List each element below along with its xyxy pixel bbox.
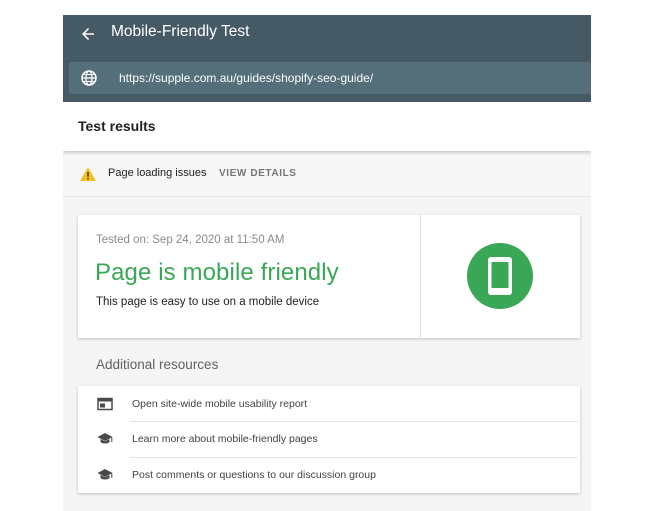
resource-item-label: Learn more about mobile-friendly pages (132, 433, 318, 445)
page-loading-issues-bar: Page loading issues VIEW DETAILS (63, 151, 591, 197)
card-divider (420, 215, 421, 338)
back-button[interactable] (75, 21, 101, 47)
resource-item-usability-report[interactable]: Open site-wide mobile usability report (78, 386, 580, 421)
verdict-heading: Page is mobile friendly (95, 259, 339, 286)
app-title: Mobile-Friendly Test (111, 23, 250, 40)
smartphone-icon (488, 257, 512, 295)
additional-resources-list: Open site-wide mobile usability report L… (78, 386, 580, 493)
resource-item-discussion-group[interactable]: Post comments or questions to our discus… (78, 457, 580, 492)
arrow-back-icon (82, 28, 94, 40)
verdict-description: This page is easy to use on a mobile dev… (96, 296, 320, 308)
mobile-friendly-badge (467, 243, 533, 309)
globe-icon (81, 70, 97, 86)
tested-on-timestamp: Tested on: Sep 24, 2020 at 11:50 AM (96, 234, 285, 246)
results-title: Test results (78, 118, 156, 134)
resource-item-learn-more[interactable]: Learn more about mobile-friendly pages (78, 421, 580, 456)
tested-url: https://supple.com.au/guides/shopify-seo… (119, 71, 374, 85)
resource-item-label: Open site-wide mobile usability report (132, 398, 308, 410)
school-icon (97, 433, 113, 444)
mobile-friendly-test-app: Mobile-Friendly Test https://supple.com.… (63, 15, 591, 511)
result-card: Tested on: Sep 24, 2020 at 11:50 AM Page… (78, 215, 580, 338)
view-details-link[interactable]: VIEW DETAILS (219, 168, 297, 179)
results-header: Test results (63, 102, 591, 151)
report-icon (97, 397, 113, 411)
warning-icon (80, 167, 96, 181)
issue-text: Page loading issues (108, 167, 207, 179)
resource-item-label: Post comments or questions to our discus… (132, 469, 376, 481)
url-bar[interactable]: https://supple.com.au/guides/shopify-seo… (69, 62, 591, 94)
school-icon (97, 469, 113, 480)
top-app-bar: Mobile-Friendly Test https://supple.com.… (63, 15, 591, 102)
additional-resources-title: Additional resources (96, 357, 219, 372)
